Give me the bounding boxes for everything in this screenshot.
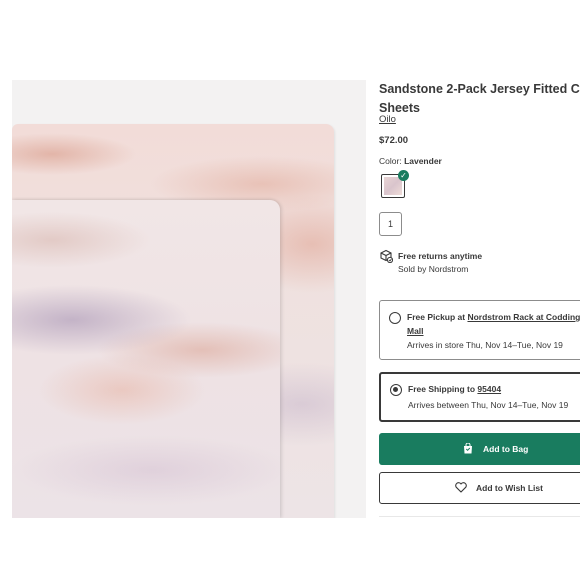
- shipping-zip-link[interactable]: 95404: [477, 384, 501, 394]
- color-label-text: Color:: [379, 156, 402, 166]
- product-title: Sandstone 2-Pack Jersey Fitted Crib Shee…: [379, 82, 580, 115]
- divider: [379, 516, 580, 517]
- radio-selected-dot: [393, 387, 398, 392]
- sheet-image-front: [12, 200, 280, 518]
- pickup-title: Free Pickup at Nordstrom Rack at Codding…: [407, 310, 580, 338]
- pickup-arrival: Arrives in store Thu, Nov 14–Tue, Nov 19: [407, 340, 563, 350]
- shipping-option[interactable]: Free Shipping to 95404 Arrives between T…: [379, 372, 580, 422]
- brand-link[interactable]: Oilo: [379, 114, 396, 125]
- product-price: $72.00: [379, 135, 409, 146]
- add-to-wishlist-button[interactable]: Add to Wish List: [379, 472, 580, 504]
- heart-icon: [455, 482, 467, 493]
- pickup-radio[interactable]: [389, 312, 401, 324]
- add-to-bag-label: Add to Bag: [483, 444, 529, 454]
- shipping-radio[interactable]: [390, 384, 402, 396]
- color-swatch-lavender[interactable]: ✓: [381, 170, 409, 198]
- color-value: Lavender: [404, 156, 442, 166]
- shipping-title: Free Shipping to 95404: [408, 382, 580, 396]
- pickup-prefix: Free Pickup at: [407, 312, 468, 322]
- quantity-select[interactable]: 1: [379, 212, 402, 236]
- shipping-prefix: Free Shipping to: [408, 384, 478, 394]
- add-to-wishlist-label: Add to Wish List: [476, 483, 543, 493]
- package-return-icon: [380, 249, 393, 263]
- shopping-bag-icon: [464, 443, 472, 454]
- add-to-bag-button[interactable]: Add to Bag: [379, 433, 580, 465]
- check-icon: ✓: [398, 170, 409, 181]
- pickup-option[interactable]: Free Pickup at Nordstrom Rack at Codding…: [379, 300, 580, 360]
- color-label: Color: Lavender: [379, 156, 442, 166]
- returns-title: Free returns anytime: [398, 251, 483, 261]
- shipping-arrival: Arrives between Thu, Nov 14–Tue, Nov 19: [408, 400, 569, 410]
- sold-by-text: Sold by Nordstrom: [398, 264, 469, 274]
- product-image[interactable]: [12, 80, 366, 518]
